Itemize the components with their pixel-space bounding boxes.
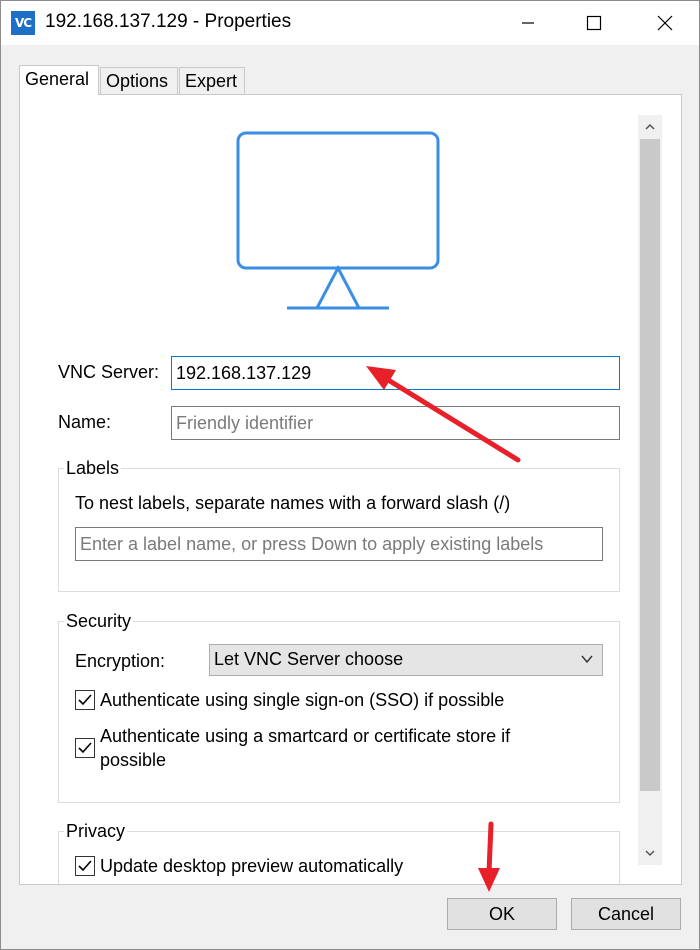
labels-hint: To nest labels, separate names with a fo…	[75, 493, 511, 513]
name-input[interactable]	[171, 406, 620, 440]
smartcard-label-line1: Authenticate using a smartcard or certif…	[100, 726, 511, 746]
update-preview-label: Update desktop preview automatically	[100, 856, 404, 876]
security-group-title: Security	[64, 611, 134, 632]
title-bar: VC 192.168.137.129 - Properties	[1, 1, 699, 45]
vnc-server-label: VNC Server:	[58, 362, 160, 382]
labels-input[interactable]	[75, 527, 603, 561]
tab-expert[interactable]: Expert	[179, 67, 245, 95]
sso-label: Authenticate using single sign-on (SSO) …	[100, 690, 505, 710]
cancel-button[interactable]: Cancel	[571, 898, 681, 930]
encryption-select-value: Let VNC Server choose	[214, 649, 404, 669]
tab-options[interactable]: Options	[100, 67, 178, 95]
smartcard-checkbox[interactable]	[75, 738, 95, 758]
encryption-label: Encryption:	[75, 651, 166, 671]
checkmark-icon	[78, 694, 92, 706]
name-label: Name:	[58, 412, 112, 432]
close-icon	[657, 15, 673, 31]
window-title: 192.168.137.129 - Properties	[45, 11, 292, 32]
panel-scrollbar[interactable]	[638, 115, 662, 865]
monitor-icon	[236, 131, 440, 310]
vnc-app-icon: VC	[11, 11, 35, 35]
ok-button[interactable]: OK	[447, 898, 557, 930]
checkmark-icon	[78, 742, 92, 754]
sso-checkbox[interactable]	[75, 690, 95, 710]
chevron-up-icon	[645, 123, 655, 130]
update-preview-checkbox[interactable]	[75, 856, 95, 876]
tab-general[interactable]: General	[19, 65, 99, 95]
scroll-thumb[interactable]	[640, 139, 660, 791]
privacy-group-title: Privacy	[64, 821, 128, 842]
general-panel: VNC Server: Name: Labels To nest labels,…	[19, 94, 682, 885]
properties-dialog: VC 192.168.137.129 - Properties General …	[0, 0, 700, 950]
encryption-select[interactable]: Let VNC Server choose	[209, 644, 603, 676]
close-button[interactable]	[635, 1, 695, 45]
maximize-icon	[586, 15, 602, 31]
chevron-down-icon	[645, 850, 655, 857]
checkmark-icon	[78, 860, 92, 872]
scroll-down-button[interactable]	[638, 841, 662, 865]
scroll-up-button[interactable]	[638, 115, 662, 139]
chevron-down-icon	[581, 655, 593, 664]
minimize-button[interactable]	[498, 1, 558, 45]
labels-group-title: Labels	[64, 458, 122, 479]
minimize-icon	[522, 22, 534, 24]
vnc-server-input[interactable]	[171, 356, 620, 390]
smartcard-label-line2: possible	[100, 750, 167, 770]
maximize-button[interactable]	[564, 1, 624, 45]
